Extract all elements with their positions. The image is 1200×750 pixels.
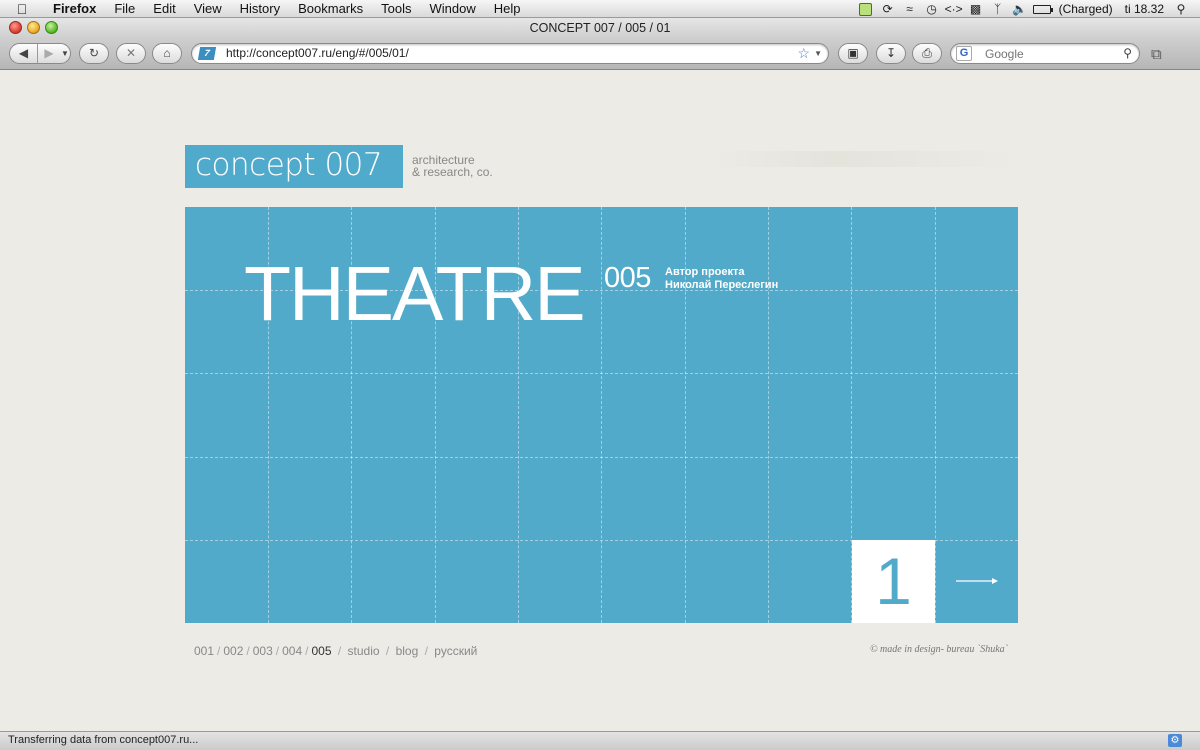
google-engine-icon[interactable]: G xyxy=(956,46,972,61)
battery-status: (Charged) xyxy=(1058,2,1113,16)
close-window-button[interactable] xyxy=(9,21,22,34)
search-bar[interactable]: G ⚲ xyxy=(950,43,1140,64)
tagline-line-2: & research, co. xyxy=(412,165,493,179)
url-text[interactable]: http://concept007.ru/eng/#/005/01/ xyxy=(226,44,409,63)
grid-line xyxy=(185,373,1018,374)
menu-edit[interactable]: Edit xyxy=(144,0,184,18)
site-logo[interactable]: concept 007 xyxy=(185,145,403,188)
url-dropdown-icon[interactable]: ▼ xyxy=(814,44,822,63)
zoom-window-button[interactable] xyxy=(45,21,58,34)
nav-link-005-current[interactable]: 005 xyxy=(312,644,332,658)
slide-index-box[interactable]: 1 xyxy=(852,540,935,623)
print-icon[interactable]: ⎙ xyxy=(912,43,942,64)
forward-button[interactable]: ▶ xyxy=(39,44,59,63)
menu-app-name[interactable]: Firefox xyxy=(44,0,105,18)
project-title: THEATRE xyxy=(244,251,586,337)
tab-overview-icon[interactable]: ⧉ xyxy=(1151,46,1169,63)
nav-link-studio[interactable]: studio xyxy=(348,644,380,658)
wifi-icon[interactable]: ≈ xyxy=(899,0,921,18)
spotlight-search-icon[interactable]: ⚲ xyxy=(1170,0,1192,18)
search-input[interactable] xyxy=(985,46,1115,61)
web-page: concept 007 architecture & research, co.… xyxy=(0,71,1200,731)
back-forward-group: ◀ ▶ ▼ xyxy=(9,43,71,64)
menubar-clock[interactable]: ti 18.32 xyxy=(1119,0,1170,18)
nav-link-blog[interactable]: blog xyxy=(396,644,419,658)
nav-link-003[interactable]: 003 xyxy=(253,644,273,658)
status-text: Transferring data from concept007.ru... xyxy=(8,734,199,746)
site-favicon-icon: 7 xyxy=(197,47,217,60)
addon-status-icon[interactable]: ⚙ xyxy=(1168,734,1182,747)
menu-help[interactable]: Help xyxy=(485,0,530,18)
sync-icon[interactable]: ⟳ xyxy=(877,0,899,18)
screenshot-addon-icon[interactable]: ▣ xyxy=(838,43,868,64)
menu-window[interactable]: Window xyxy=(421,0,485,18)
author-name: Николай Переслегин xyxy=(665,279,779,291)
network-arrows-icon[interactable]: <·> xyxy=(943,0,965,18)
minimize-window-button[interactable] xyxy=(27,21,40,34)
menu-bookmarks[interactable]: Bookmarks xyxy=(289,0,372,18)
nav-link-russian[interactable]: русский xyxy=(434,644,477,658)
footer-navigation: 001/002/003/004/005 / studio / blog / ру… xyxy=(194,644,478,658)
menu-file[interactable]: File xyxy=(105,0,144,18)
browser-toolbar: ◀ ▶ ▼ ↻ ✕ ⌂ 7 http://concept007.ru/eng/#… xyxy=(0,38,1200,70)
slide-index: 1 xyxy=(875,544,912,618)
battery-icon[interactable] xyxy=(1031,0,1053,18)
time-machine-icon[interactable]: ◷ xyxy=(921,0,943,18)
grid-line xyxy=(935,207,936,623)
menu-view[interactable]: View xyxy=(185,0,231,18)
menu-bar:  Firefox File Edit View History Bookmar… xyxy=(0,0,1200,18)
project-number: 005 xyxy=(604,262,651,294)
nav-link-001[interactable]: 001 xyxy=(194,644,214,658)
window-title-bar: CONCEPT 007 / 005 / 01 xyxy=(0,18,1200,38)
apple-menu-icon[interactable]:  xyxy=(0,1,44,17)
grid-line xyxy=(601,207,602,623)
footer-credits[interactable]: © made in design- bureau `Shuka` xyxy=(870,644,1008,655)
url-bar[interactable]: 7 http://concept007.ru/eng/#/005/01/ ☆ ▼ xyxy=(191,43,829,64)
next-arrow-icon[interactable] xyxy=(956,574,998,588)
project-author: Автор проекта Николай Переслегин xyxy=(665,266,778,292)
menu-history[interactable]: History xyxy=(231,0,289,18)
reload-button[interactable]: ↻ xyxy=(79,43,109,64)
search-icon[interactable]: ⚲ xyxy=(1123,44,1132,63)
back-button[interactable]: ◀ xyxy=(10,44,38,63)
status-extension-icon[interactable] xyxy=(855,0,877,18)
bluetooth-icon[interactable]: ᛉ xyxy=(987,0,1009,18)
home-button[interactable]: ⌂ xyxy=(152,43,182,64)
site-tagline: architecture & research, co. xyxy=(412,154,493,178)
project-slide-panel[interactable]: THEATRE 005 Автор проекта Николай Пересл… xyxy=(185,207,1018,623)
nav-link-002[interactable]: 002 xyxy=(223,644,243,658)
volume-icon[interactable]: 🔈 xyxy=(1009,0,1031,18)
bookmark-star-icon[interactable]: ☆ xyxy=(797,44,810,63)
header-decoration xyxy=(715,151,1015,167)
display-icon[interactable]: ▩ xyxy=(965,0,987,18)
stop-button[interactable]: ✕ xyxy=(116,43,146,64)
grid-line xyxy=(185,457,1018,458)
download-addon-icon[interactable]: ↧ xyxy=(876,43,906,64)
nav-link-004[interactable]: 004 xyxy=(282,644,302,658)
menu-tools[interactable]: Tools xyxy=(372,0,420,18)
window-title: CONCEPT 007 / 005 / 01 xyxy=(529,21,671,35)
history-dropdown-icon[interactable]: ▼ xyxy=(60,44,70,63)
browser-status-bar: Transferring data from concept007.ru... … xyxy=(0,731,1200,750)
author-label: Автор проекта xyxy=(665,266,745,278)
